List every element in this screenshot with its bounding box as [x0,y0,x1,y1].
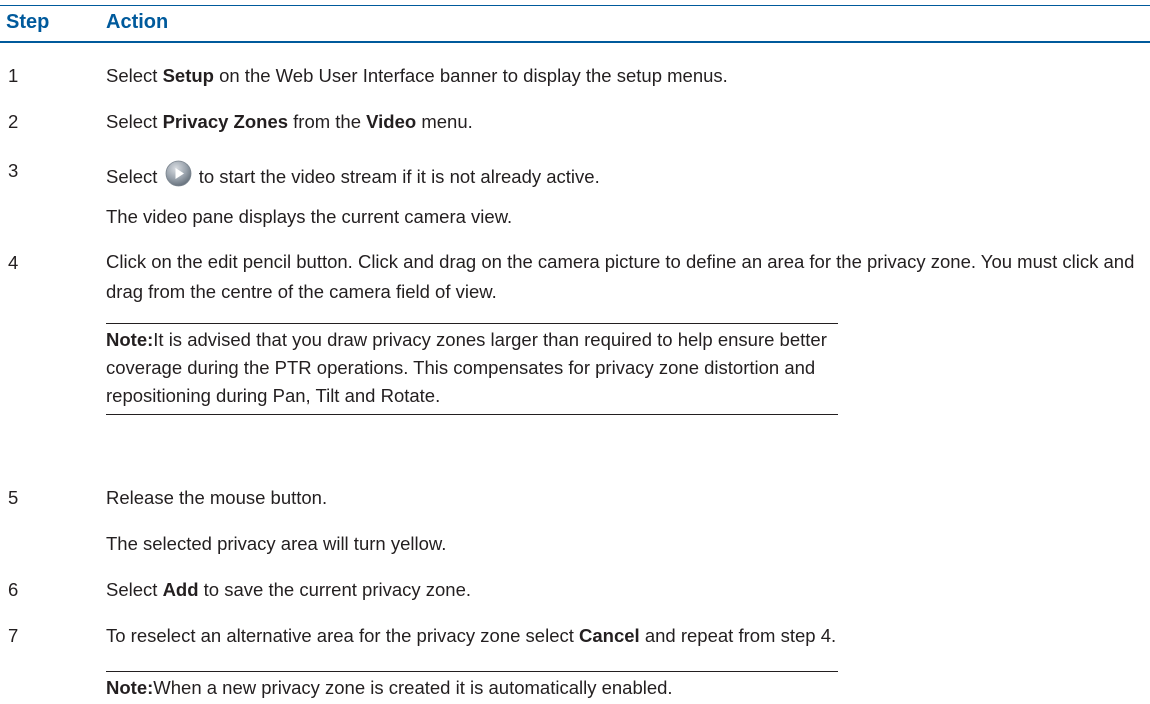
step-5-result: The selected privacy area will turn yell… [106,533,447,554]
column-header-step: Step [6,11,50,33]
note-box-1: Note:It is advised that you draw privacy… [106,323,838,415]
procedure-page: Step Action 1 Select Setup on the Web Us… [0,0,1150,704]
step-2-action: Select Privacy Zones from the Video menu… [106,111,473,132]
play-button-icon [165,160,192,187]
step-number-7: 7 [8,625,19,646]
privacy-zones-term: Privacy Zones [162,111,289,132]
step-number-3: 3 [8,160,19,181]
note-text-2: When a new privacy zone is created it is… [153,677,673,698]
note-label-1: Note: [106,329,154,350]
step-number-5: 5 [8,487,19,508]
add-term: Add [162,579,199,600]
step-number-1: 1 [8,65,19,86]
step-5-action: Release the mouse button. [106,487,328,508]
step-4-action: Click on the edit pencil button. Click a… [106,251,1135,302]
step-1-action: Select Setup on the Web User Interface b… [106,65,728,86]
step-number-6: 6 [8,579,19,600]
step-number-2: 2 [8,111,19,132]
header-rule [0,41,1150,43]
note-text-1: It is advised that you draw privacy zone… [106,329,827,406]
video-term: Video [366,111,417,132]
step-number-4: 4 [8,252,19,273]
setup-term: Setup [162,65,214,86]
step-6-action: Select Add to save the current privacy z… [106,579,472,600]
note-box-2: Note:When a new privacy zone is created … [106,671,838,702]
step-3-action: Select to start the video stream if it i… [106,160,600,188]
note-label-2: Note: [106,677,154,698]
table-top-rule [0,5,1150,6]
step-7-action: To reselect an alternative area for the … [106,625,837,646]
column-header-action: Action [106,11,169,33]
step-3-result: The video pane displays the current came… [106,206,513,227]
cancel-term: Cancel [579,625,640,646]
